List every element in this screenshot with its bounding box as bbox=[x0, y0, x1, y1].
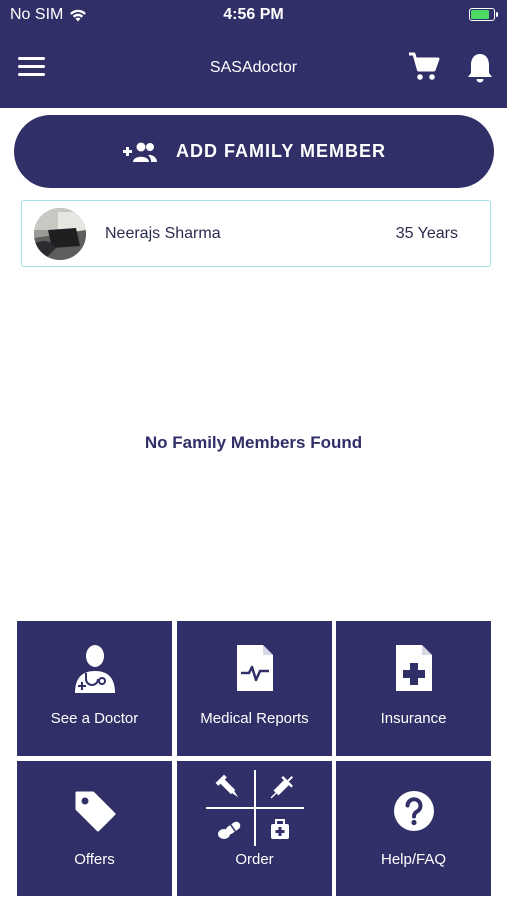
offers-label: Offers bbox=[74, 851, 115, 868]
medical-reports-label: Medical Reports bbox=[200, 710, 309, 727]
order-icon bbox=[206, 770, 304, 846]
member-name: Neerajs Sharma bbox=[105, 225, 221, 242]
help-faq-label: Help/FAQ bbox=[380, 851, 447, 868]
family-member-card[interactable]: Neerajs Sharma 35 Years bbox=[21, 200, 491, 267]
insurance-icon bbox=[395, 645, 432, 691]
offers-tile[interactable]: Offers bbox=[17, 761, 172, 896]
status-time: 4:56 PM bbox=[223, 6, 284, 23]
order-label: Order bbox=[235, 851, 274, 868]
doctor-icon bbox=[74, 645, 115, 693]
medical-report-icon bbox=[236, 645, 273, 691]
insurance-tile[interactable]: Insurance bbox=[336, 621, 491, 756]
help-faq-tile[interactable]: Help/FAQ bbox=[336, 761, 491, 896]
member-age: 35 Years bbox=[395, 225, 458, 242]
see-a-doctor-label: See a Doctor bbox=[50, 710, 139, 727]
app-header: SASAdoctor bbox=[0, 30, 507, 108]
empty-state-message: No Family Members Found bbox=[144, 433, 363, 452]
see-a-doctor-tile[interactable]: See a Doctor bbox=[17, 621, 172, 756]
battery-icon bbox=[469, 8, 498, 21]
battery-level-fill bbox=[471, 10, 490, 19]
add-group-icon bbox=[122, 142, 157, 162]
add-family-member-button[interactable]: ADD FAMILY MEMBER bbox=[14, 115, 494, 188]
add-family-member-label: ADD FAMILY MEMBER bbox=[175, 141, 387, 161]
tag-icon bbox=[75, 791, 115, 832]
medical-reports-tile[interactable]: Medical Reports bbox=[177, 621, 332, 756]
status-bar: No SIM 4:56 PM bbox=[0, 0, 507, 30]
cart-icon[interactable] bbox=[408, 52, 440, 82]
order-tile[interactable]: Order bbox=[177, 761, 332, 896]
avatar bbox=[34, 208, 86, 260]
bell-icon[interactable] bbox=[466, 52, 494, 84]
insurance-label: Insurance bbox=[380, 710, 447, 727]
help-icon bbox=[393, 791, 434, 831]
